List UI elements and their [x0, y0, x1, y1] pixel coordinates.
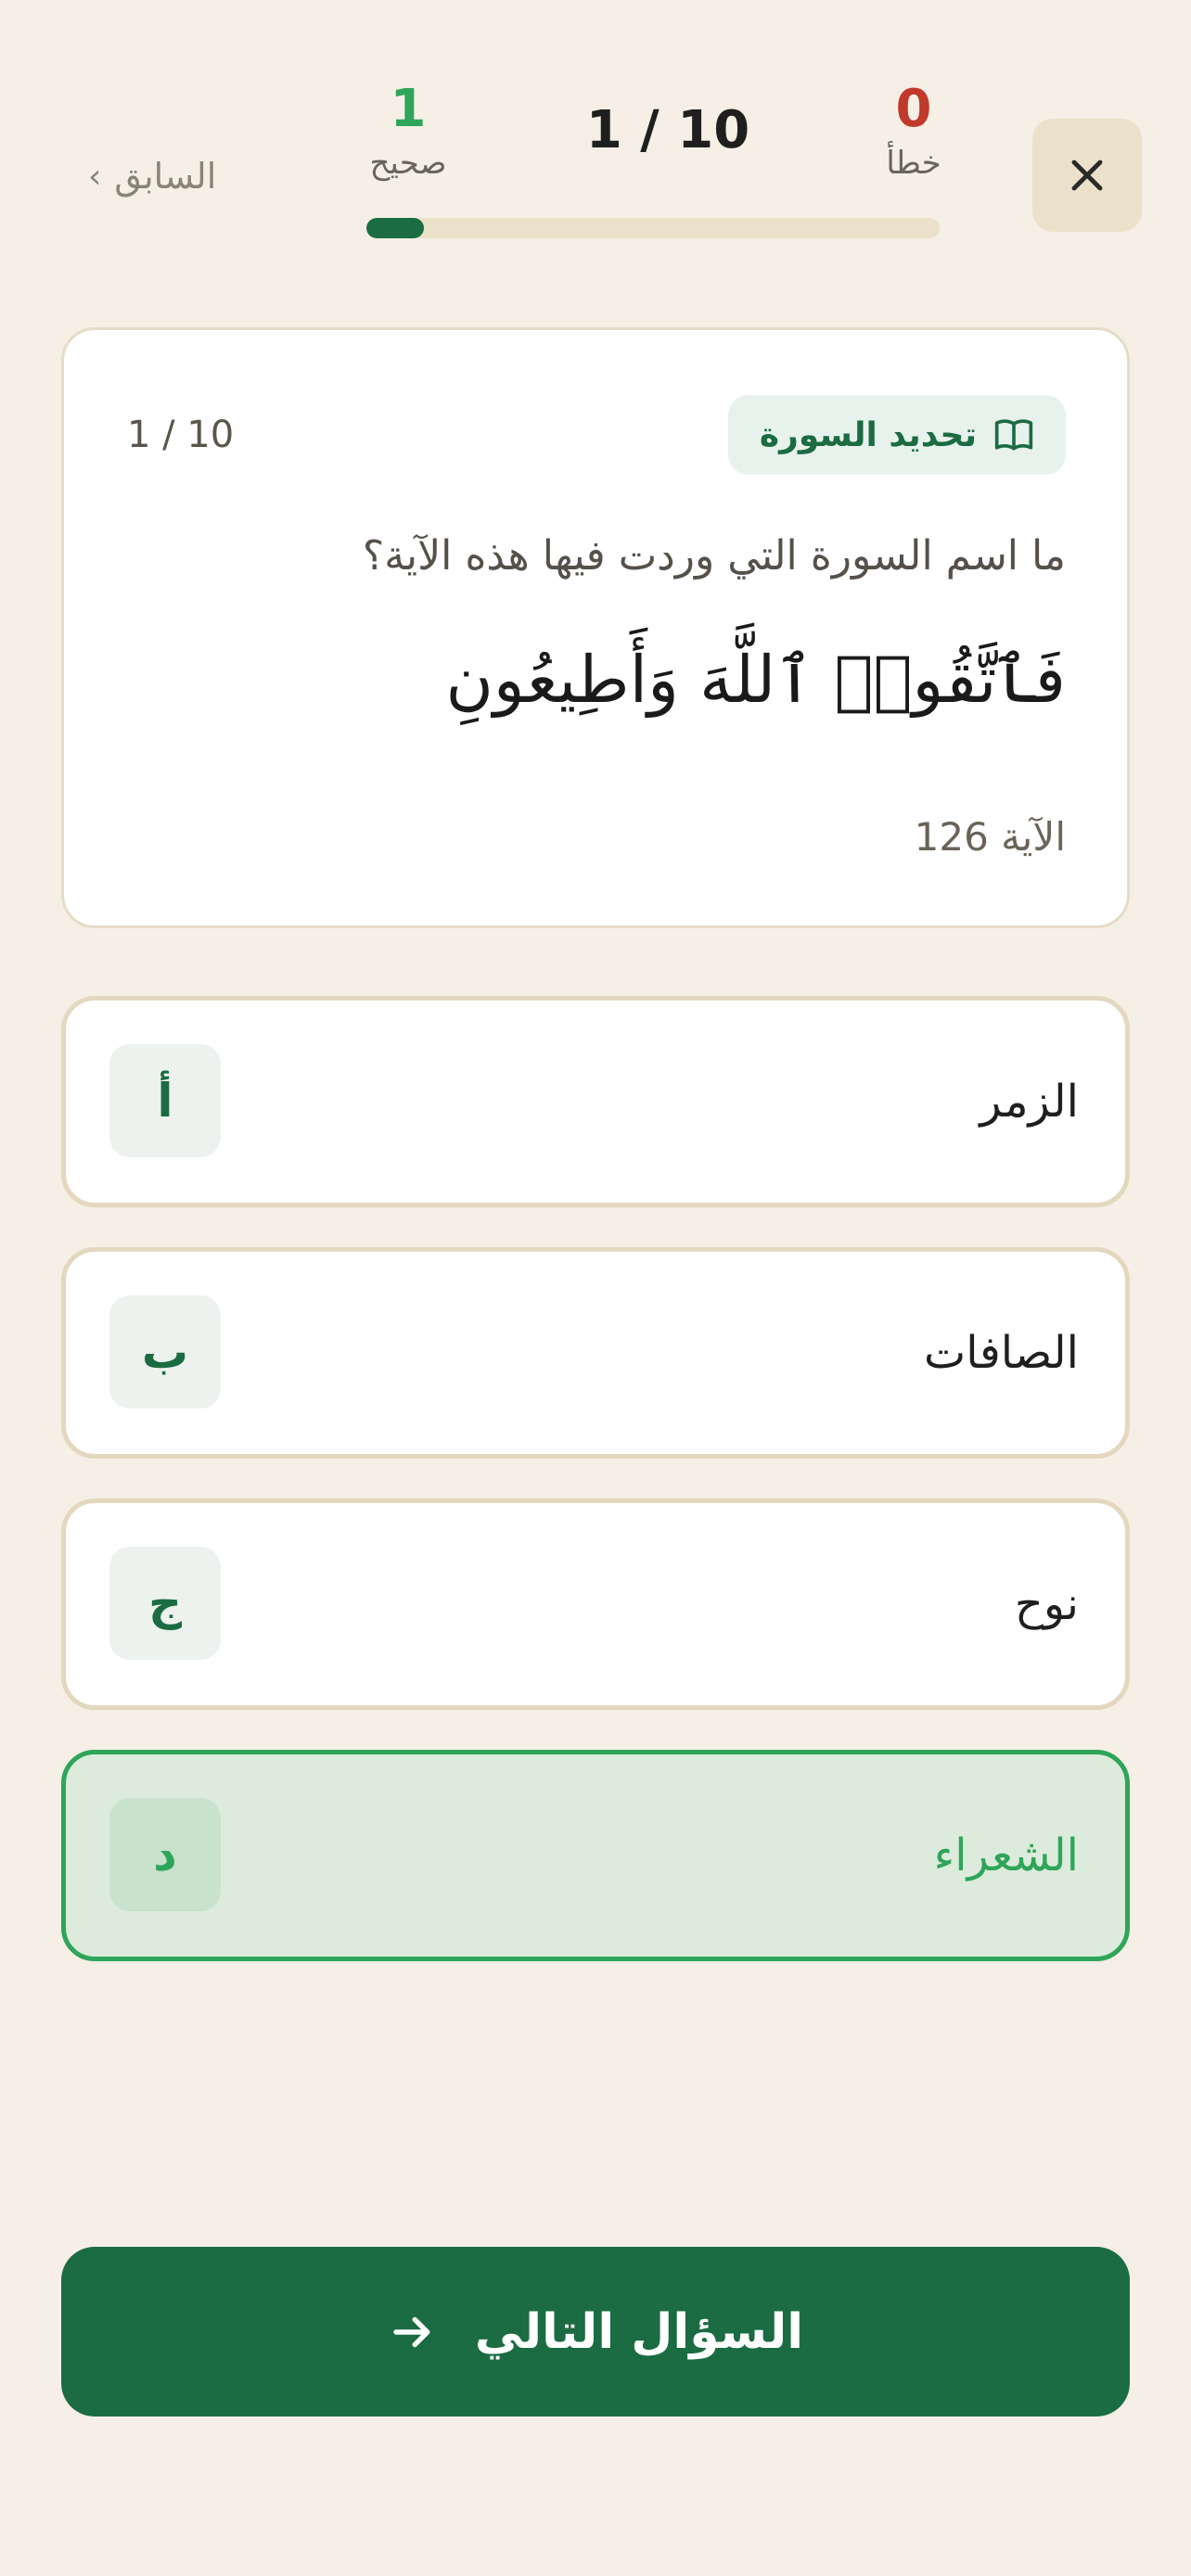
option-letter: أ	[109, 1044, 221, 1157]
option-b[interactable]: الصافات ب	[61, 1247, 1130, 1459]
correct-count: 1	[390, 79, 427, 139]
wrong-count: 0	[895, 79, 932, 139]
option-letter: ب	[109, 1295, 221, 1409]
close-icon	[1071, 159, 1103, 191]
next-question-label: السؤال التالي	[474, 2303, 804, 2360]
card-question-counter: 1 / 10	[127, 414, 235, 456]
option-text: نوح	[1014, 1578, 1079, 1630]
option-letter: د	[109, 1798, 221, 1911]
previous-label: السابق	[114, 156, 217, 197]
option-text: الصافات	[924, 1327, 1079, 1379]
option-a[interactable]: الزمر أ	[61, 996, 1130, 1207]
correct-label: صحيح	[369, 145, 447, 182]
correct-stat: 1 صحيح	[352, 79, 464, 183]
next-question-button[interactable]: السؤال التالي	[61, 2247, 1130, 2417]
option-letter: ج	[109, 1547, 221, 1660]
question-type-badge: تحديد السورة	[727, 395, 1066, 475]
arrow-right-icon	[393, 2316, 430, 2347]
question-counter: 1 / 10	[585, 100, 750, 160]
progress-fill	[366, 218, 424, 238]
ayah-number: الآية 126	[914, 814, 1066, 860]
wrong-label: خطأ	[886, 145, 941, 182]
book-icon	[994, 419, 1033, 451]
option-text: الشعراء	[933, 1830, 1079, 1881]
option-d-correct[interactable]: الشعراء د	[61, 1750, 1130, 1961]
question-card: 1 / 10 تحديد السورة ما اسم السورة التي و…	[61, 327, 1130, 928]
question-type-label: تحديد السورة	[759, 415, 977, 454]
wrong-stat: 0 خطأ	[863, 79, 965, 183]
option-c[interactable]: نوح ج	[61, 1498, 1130, 1710]
close-button[interactable]	[1032, 119, 1142, 232]
option-text: الزمر	[980, 1076, 1079, 1128]
question-prompt: ما اسم السورة التي وردت فيها هذه الآية؟	[362, 532, 1066, 580]
quiz-screen: 0 خطأ 1 / 10 1 صحيح ‹ السابق 1 / 10 تحدي…	[0, 0, 1191, 2576]
progress-bar	[366, 218, 940, 238]
verse-text: فَٱتَّقُوا۟ ٱللَّهَ وَأَطِيعُونِ	[445, 642, 1066, 718]
chevron-left-icon: ‹	[88, 157, 102, 196]
previous-button[interactable]: ‹ السابق	[88, 148, 216, 204]
